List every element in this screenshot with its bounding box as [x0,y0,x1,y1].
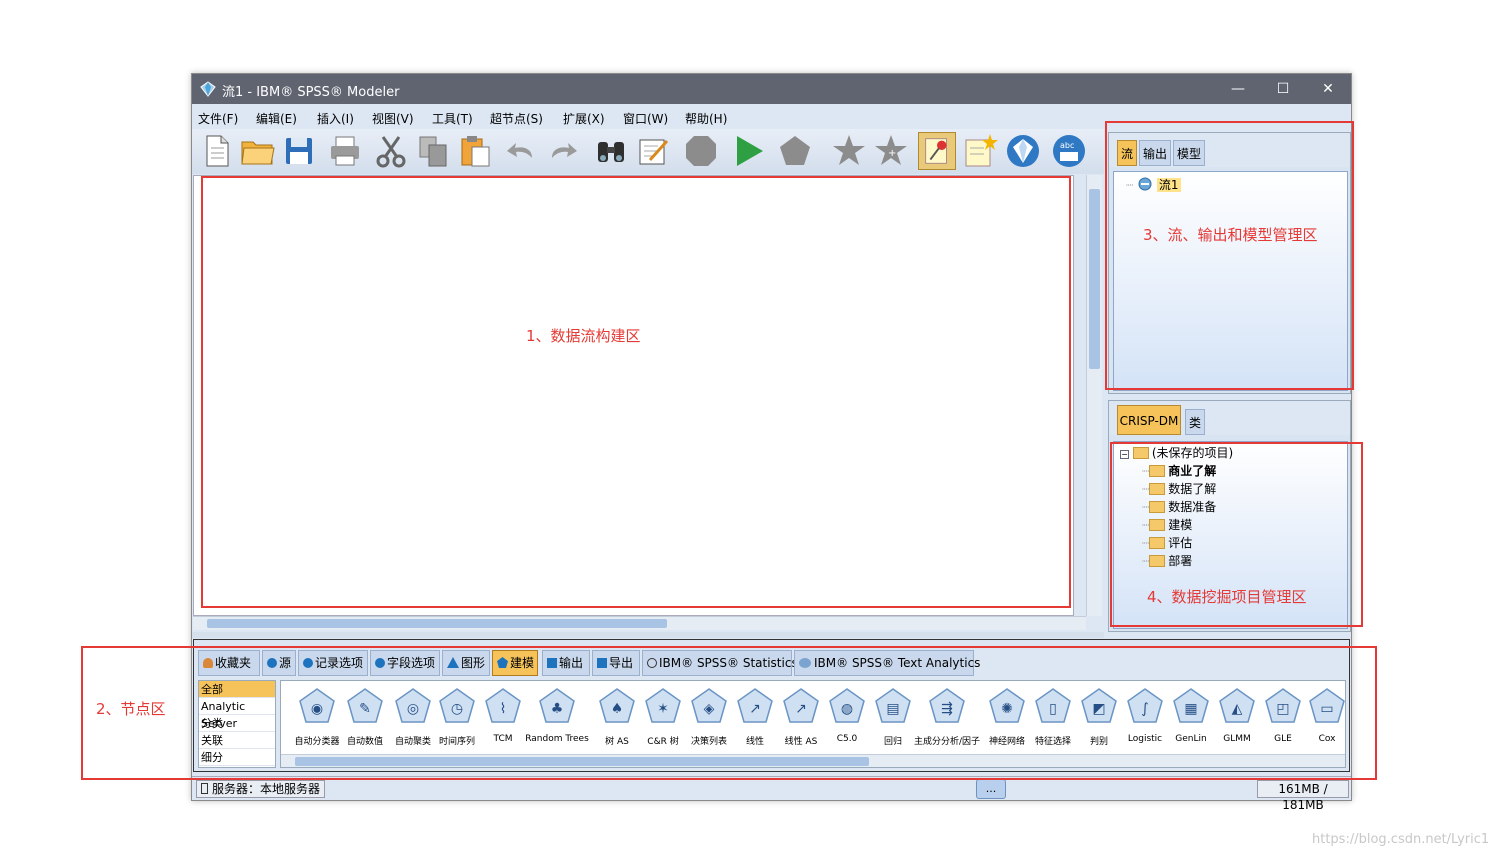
project-tabs: CRISP-DM 类 [1109,401,1350,435]
run-selection-icon[interactable] [776,132,814,170]
minimize-button[interactable]: — [1215,74,1261,104]
close-button[interactable]: ✕ [1305,74,1351,104]
server-status[interactable]: 服务器：本地服务器 [196,780,326,798]
pin-annotation-icon[interactable] [918,132,956,170]
menu-tools[interactable]: 工具(T) [432,110,473,127]
annotation-label-project: 4、数据挖掘项目管理区 [1147,588,1307,606]
server-status-label: 服务器：本地服务器 [212,782,321,796]
redo-icon[interactable] [544,132,582,170]
run-play-icon[interactable] [730,132,768,170]
canvas-horizontal-thumb[interactable] [207,619,667,628]
undo-icon[interactable] [502,132,540,170]
tab-crisp-dm[interactable]: CRISP-DM [1117,405,1181,435]
binoculars-icon[interactable] [592,132,630,170]
maximize-button[interactable]: ☐ [1260,74,1306,104]
paste-clipboard-icon[interactable] [456,132,494,170]
menu-window[interactable]: 窗口(W) [623,110,668,127]
spell-check-icon[interactable]: abc [1050,132,1088,170]
star-icon[interactable] [830,132,868,170]
menu-edit[interactable]: 编辑(E) [256,110,297,127]
svg-text:+: + [888,148,896,159]
menu-supernode[interactable]: 超节点(S) [490,110,543,127]
window-title: 流1 - IBM® SPSS® Modeler [222,85,400,100]
menu-extensions[interactable]: 扩展(X) [563,110,605,127]
annotation-box-nodes [81,646,1377,780]
annotation-label-canvas: 1、数据流构建区 [526,327,641,345]
canvas-horizontal-scrollbar[interactable] [193,616,1086,630]
stop-octagon-icon[interactable] [682,132,720,170]
server-icon [201,783,208,794]
watermark: https://blog.csdn.net/Lyric1 [1312,832,1490,847]
edit-note-icon[interactable] [634,132,672,170]
new-comment-icon[interactable] [960,132,998,170]
toolbar: + abc [192,129,1104,174]
save-disk-icon[interactable] [280,132,318,170]
annotation-box-canvas [201,176,1071,608]
annotation-box-managers [1105,121,1354,390]
new-document-icon[interactable] [198,132,236,170]
pane-splitter[interactable] [192,632,1104,638]
title-bar[interactable]: 流1 - IBM® SPSS® Modeler — ☐ ✕ [192,74,1351,104]
annotation-label-nodes: 2、节点区 [96,700,166,718]
menu-insert[interactable]: 插入(I) [317,110,354,127]
annotation-label-managers: 3、流、输出和模型管理区 [1143,226,1318,244]
canvas-vertical-thumb[interactable] [1089,189,1100,369]
menu-file[interactable]: 文件(F) [198,110,238,127]
menu-view[interactable]: 视图(V) [372,110,414,127]
svg-text:abc: abc [1060,141,1074,150]
spss-diamond-icon [200,81,216,97]
star-add-icon[interactable]: + [872,132,910,170]
print-icon[interactable] [326,132,364,170]
menu-help[interactable]: 帮助(H) [685,110,727,127]
status-more-button[interactable]: ... [976,779,1006,799]
canvas-vertical-scrollbar[interactable] [1086,175,1102,616]
modeler-diamond-icon[interactable] [1004,132,1042,170]
memory-usage: 161MB / 181MB [1257,780,1349,812]
cut-scissors-icon[interactable] [372,132,410,170]
open-folder-icon[interactable] [238,132,276,170]
tab-classes[interactable]: 类 [1185,409,1205,435]
copy-icon[interactable] [414,132,452,170]
